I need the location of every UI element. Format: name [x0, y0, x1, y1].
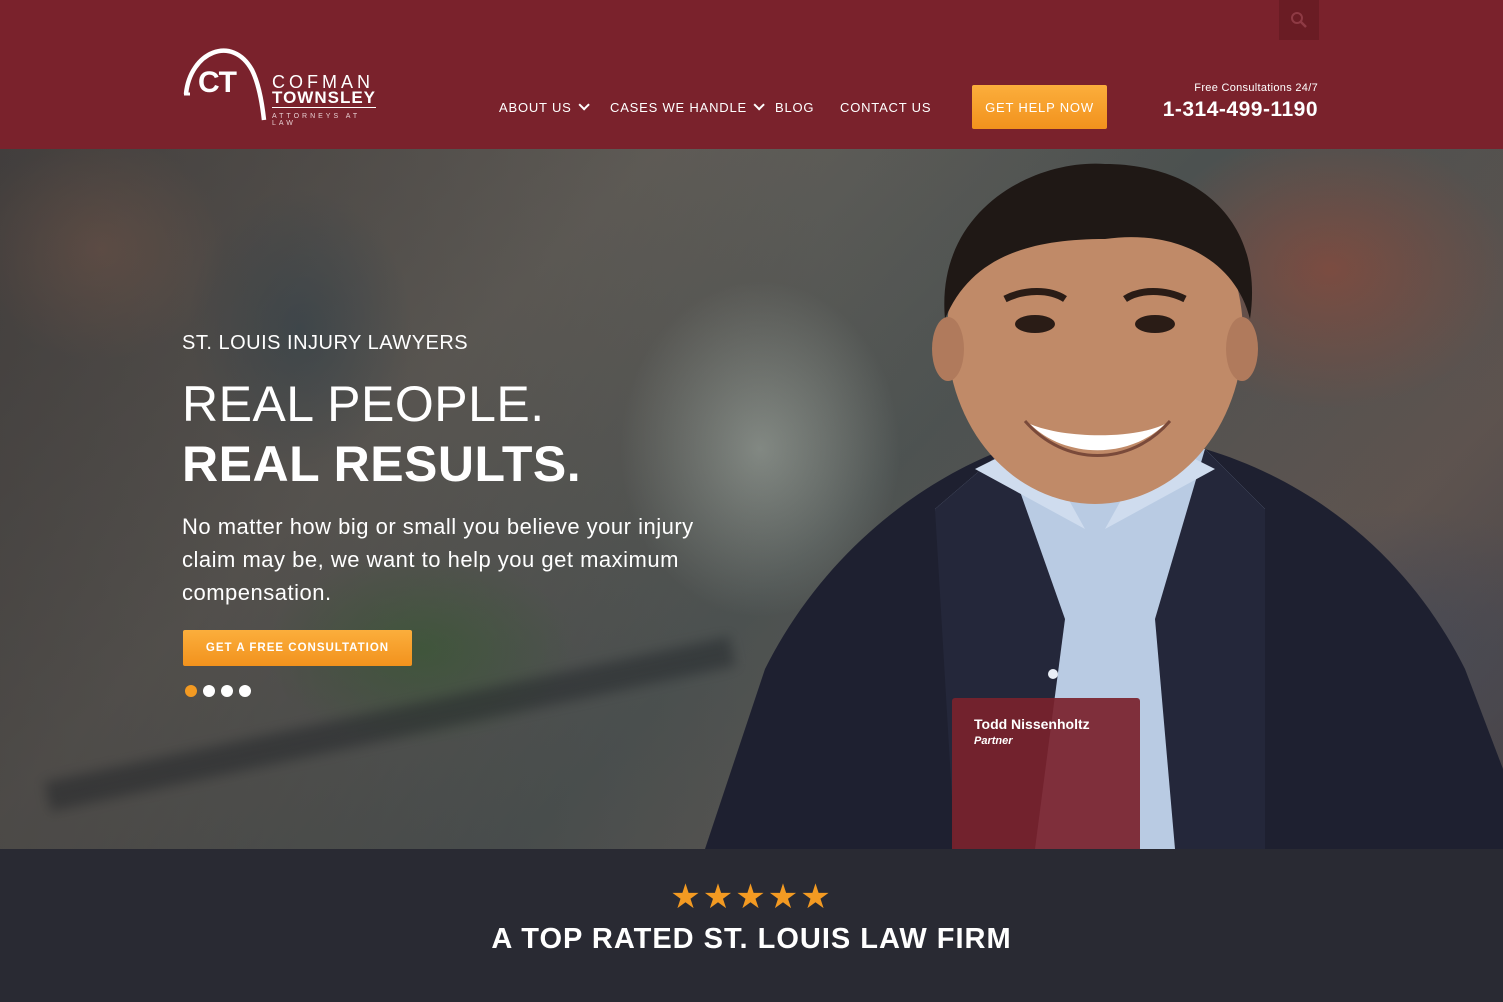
- nav-label: CONTACT US: [840, 99, 932, 115]
- five-star-rating-icon: ★★★★★: [670, 877, 833, 917]
- slider-dot-4[interactable]: [239, 685, 251, 697]
- rating-band: ★★★★★ A TOP RATED ST. LOUIS LAW FIRM: [0, 849, 1503, 1002]
- chevron-down-icon: [753, 99, 765, 111]
- nav-label: CASES WE HANDLE: [610, 99, 747, 115]
- free-consultation-button[interactable]: GET A FREE CONSULTATION: [183, 630, 412, 666]
- attorney-name: Todd Nissenholtz: [974, 716, 1090, 732]
- hero-headline-line2: REAL RESULTS.: [182, 436, 582, 492]
- chevron-down-icon: [578, 99, 590, 111]
- logo-monogram: CT: [198, 66, 237, 99]
- hero-body-text: No matter how big or small you believe y…: [182, 514, 694, 605]
- attorney-role: Partner: [974, 735, 1013, 747]
- slider-dot-2[interactable]: [203, 685, 215, 697]
- rating-title: A TOP RATED ST. LOUIS LAW FIRM: [491, 923, 1012, 955]
- phone-label: Free Consultations 24/7: [1194, 82, 1318, 94]
- logo-tagline: ATTORNEYS AT LAW: [272, 113, 360, 127]
- phone-number-link[interactable]: 1-314-499-1190: [1163, 98, 1318, 122]
- nav-contact-us[interactable]: CONTACT US: [840, 97, 931, 117]
- nav-blog[interactable]: BLOG: [775, 97, 814, 117]
- slider-dots: [185, 685, 251, 697]
- hero-eyebrow: ST. LOUIS INJURY LAWYERS: [182, 332, 469, 354]
- slider-dot-3[interactable]: [221, 685, 233, 697]
- site-logo[interactable]: CT COFMAN TOWNSLEY ATTORNEYS AT LAW: [182, 42, 387, 127]
- attorney-name-card[interactable]: Todd Nissenholtz Partner: [952, 698, 1140, 849]
- slider-dot-1[interactable]: [185, 685, 197, 697]
- nav-about-us[interactable]: ABOUT US: [499, 97, 590, 117]
- nav-label: ABOUT US: [499, 99, 572, 115]
- nav-label: BLOG: [775, 99, 815, 115]
- search-button[interactable]: [1279, 0, 1319, 40]
- logo-line-townsley: TOWNSLEY: [272, 88, 377, 108]
- search-icon: [1291, 12, 1307, 28]
- get-help-now-button[interactable]: GET HELP NOW: [972, 85, 1107, 129]
- hero-headline-line1: REAL PEOPLE.: [182, 376, 545, 432]
- site-header: CT COFMAN TOWNSLEY ATTORNEYS AT LAW ABOU…: [0, 0, 1503, 149]
- hero-section: ST. LOUIS INJURY LAWYERS REAL PEOPLE. RE…: [0, 149, 1503, 849]
- nav-cases-we-handle[interactable]: CASES WE HANDLE: [610, 97, 765, 117]
